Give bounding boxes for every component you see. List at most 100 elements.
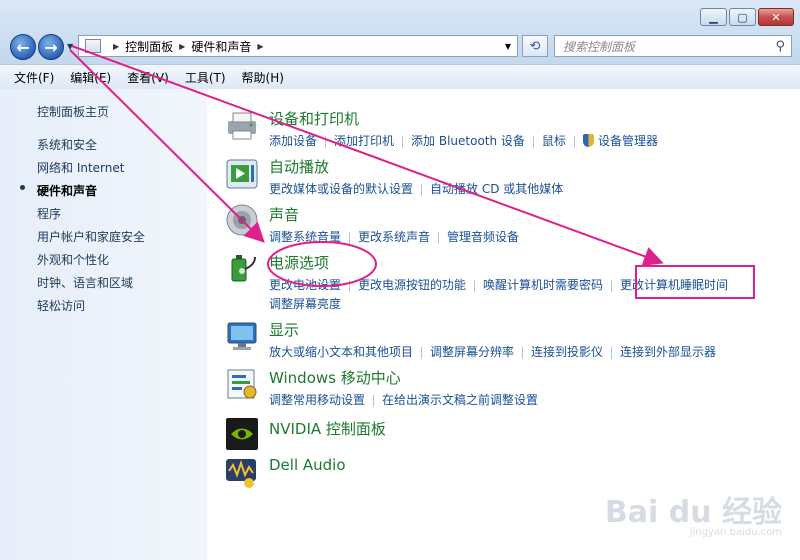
link-add-device[interactable]: 添加设备 bbox=[269, 134, 317, 148]
link-adjust-brightness[interactable]: 调整屏幕亮度 bbox=[269, 297, 341, 311]
navigation-bar: ← → ▼ ▶ 控制面板 ▶ 硬件和声音 ▶ ▼ ⟲ 搜索控制面板 ⚲ bbox=[8, 32, 792, 60]
back-button[interactable]: ← bbox=[10, 34, 36, 60]
link-add-bluetooth[interactable]: 添加 Bluetooth 设备 bbox=[411, 134, 525, 148]
divider bbox=[373, 394, 375, 407]
divider bbox=[532, 135, 534, 148]
maximize-button[interactable]: ▢ bbox=[729, 8, 756, 26]
category-devices-printers: 设备和打印机 添加设备 添加打印机 添加 Bluetooth 设备 鼠标 设备管理器 bbox=[269, 108, 658, 151]
address-bar[interactable]: ▶ 控制面板 ▶ 硬件和声音 ▶ ▼ bbox=[78, 35, 518, 57]
category-display: 显示 放大或缩小文本和其他项目 调整屏幕分辨率 连接到投影仪 连接到外部显示器 bbox=[269, 319, 716, 362]
category-sound: 声音 调整系统音量 更改系统声音 管理音频设备 bbox=[269, 204, 519, 247]
menu-bar: 文件(F) 编辑(E) 查看(V) 工具(T) 帮助(H) bbox=[0, 64, 800, 90]
sidebar-item-clock-region[interactable]: 时钟、语言和区域 bbox=[37, 274, 133, 291]
refresh-button[interactable]: ⟲ bbox=[522, 35, 548, 57]
chevron-right-icon[interactable]: ▶ bbox=[179, 42, 185, 51]
menu-view[interactable]: 查看(V) bbox=[127, 69, 169, 86]
forward-button[interactable]: → bbox=[38, 34, 64, 60]
breadcrumb-control-panel[interactable]: 控制面板 bbox=[125, 38, 173, 55]
active-bullet bbox=[20, 185, 25, 190]
menu-edit[interactable]: 编辑(E) bbox=[70, 69, 111, 86]
link-mobility-settings[interactable]: 调整常用移动设置 bbox=[269, 393, 365, 407]
category-title[interactable]: 电源选项 bbox=[269, 252, 728, 273]
menu-file[interactable]: 文件(F) bbox=[14, 69, 54, 86]
category-autoplay: 自动播放 更改媒体或设备的默认设置 自动播放 CD 或其他媒体 bbox=[269, 156, 563, 199]
divider bbox=[402, 135, 404, 148]
divider bbox=[438, 231, 440, 244]
link-wake-password[interactable]: 唤醒计算机时需要密码 bbox=[483, 278, 603, 292]
category-title[interactable]: 自动播放 bbox=[269, 156, 563, 177]
category-nvidia: NVIDIA 控制面板 bbox=[269, 418, 386, 439]
sidebar-item-appearance[interactable]: 外观和个性化 bbox=[37, 251, 109, 268]
sidebar-item-user-accounts[interactable]: 用户帐户和家庭安全 bbox=[37, 228, 145, 245]
link-presentation-settings[interactable]: 在给出演示文稿之前调整设置 bbox=[382, 393, 538, 407]
monitor-icon bbox=[227, 322, 257, 350]
category-mobility-center: Windows 移动中心 调整常用移动设置 在给出演示文稿之前调整设置 bbox=[269, 367, 538, 410]
sidebar-item-network[interactable]: 网络和 Internet bbox=[37, 159, 124, 176]
link-change-media-defaults[interactable]: 更改媒体或设备的默认设置 bbox=[269, 182, 413, 196]
sidebar-item-programs[interactable]: 程序 bbox=[37, 205, 61, 222]
autoplay-icon bbox=[226, 159, 258, 189]
search-input[interactable]: 搜索控制面板 ⚲ bbox=[554, 35, 792, 57]
search-icon[interactable]: ⚲ bbox=[775, 39, 785, 54]
link-text-size[interactable]: 放大或缩小文本和其他项目 bbox=[269, 345, 413, 359]
link-autoplay-cd[interactable]: 自动播放 CD 或其他媒体 bbox=[430, 182, 563, 196]
link-manage-audio[interactable]: 管理音频设备 bbox=[447, 230, 519, 244]
watermark-brand: Bai du 经验 bbox=[604, 495, 782, 530]
link-external-display[interactable]: 连接到外部显示器 bbox=[620, 345, 716, 359]
sidebar: 控制面板主页 系统和安全 网络和 Internet 硬件和声音 程序 用户帐户和… bbox=[0, 89, 207, 560]
category-links: 调整常用移动设置 在给出演示文稿之前调整设置 bbox=[269, 391, 538, 410]
sidebar-item-ease-of-access[interactable]: 轻松访问 bbox=[37, 297, 85, 314]
category-title[interactable]: 设备和打印机 bbox=[269, 108, 658, 129]
divider bbox=[474, 279, 476, 292]
caption-buttons: ▁ ▢ ✕ bbox=[700, 8, 794, 26]
menu-help[interactable]: 帮助(H) bbox=[242, 69, 284, 86]
divider bbox=[421, 346, 423, 359]
link-battery-settings[interactable]: 更改电池设置 bbox=[269, 278, 341, 292]
category-dell-audio: Dell Audio bbox=[269, 456, 346, 474]
category-links: 添加设备 添加打印机 添加 Bluetooth 设备 鼠标 设备管理器 bbox=[269, 132, 658, 151]
control-panel-icon bbox=[85, 39, 101, 53]
search-placeholder: 搜索控制面板 bbox=[563, 39, 636, 54]
category-power-options: 电源选项 更改电池设置 更改电源按钮的功能 唤醒计算机时需要密码 更改计算机睡眠时间 … bbox=[269, 252, 728, 314]
mobility-icon bbox=[227, 369, 257, 399]
recent-pages-dropdown-icon[interactable]: ▼ bbox=[67, 42, 73, 51]
category-title[interactable]: NVIDIA 控制面板 bbox=[269, 418, 386, 439]
divider bbox=[325, 135, 327, 148]
link-mouse[interactable]: 鼠标 bbox=[542, 134, 566, 148]
sidebar-item-home[interactable]: 控制面板主页 bbox=[37, 103, 109, 120]
power-icon bbox=[231, 255, 256, 282]
link-change-sounds[interactable]: 更改系统声音 bbox=[358, 230, 430, 244]
chevron-right-icon[interactable]: ▶ bbox=[113, 42, 119, 51]
sidebar-item-hardware-sound: 硬件和声音 bbox=[37, 184, 98, 198]
link-change-sleep-time[interactable]: 更改计算机睡眠时间 bbox=[620, 278, 728, 292]
address-dropdown-icon[interactable]: ▼ bbox=[505, 42, 511, 51]
link-add-printer[interactable]: 添加打印机 bbox=[334, 134, 394, 148]
divider bbox=[573, 135, 575, 148]
uac-shield-icon bbox=[582, 134, 594, 147]
link-adjust-volume[interactable]: 调整系统音量 bbox=[269, 230, 341, 244]
baidu-watermark: Bai du 经验 jingyan.baidu.com bbox=[605, 487, 782, 538]
category-links: 更改媒体或设备的默认设置 自动播放 CD 或其他媒体 bbox=[269, 180, 563, 199]
category-title[interactable]: Dell Audio bbox=[269, 456, 346, 474]
category-links: 更改电池设置 更改电源按钮的功能 唤醒计算机时需要密码 更改计算机睡眠时间 调整屏幕亮… bbox=[269, 276, 728, 314]
category-title[interactable]: 显示 bbox=[269, 319, 716, 340]
main-content: 设备和打印机 添加设备 添加打印机 添加 Bluetooth 设备 鼠标 设备管理器 自… bbox=[207, 89, 800, 560]
link-device-manager[interactable]: 设备管理器 bbox=[598, 134, 658, 148]
minimize-button[interactable]: ▁ bbox=[700, 8, 727, 26]
control-panel-window: ▁ ▢ ✕ ← → ▼ ▶ 控制面板 ▶ 硬件和声音 ▶ ▼ ⟲ 搜索控制面板 … bbox=[0, 0, 800, 560]
breadcrumb-hardware-sound[interactable]: 硬件和声音 bbox=[191, 38, 251, 55]
divider bbox=[349, 279, 351, 292]
category-title[interactable]: Windows 移动中心 bbox=[269, 367, 538, 388]
divider bbox=[611, 346, 613, 359]
divider bbox=[611, 279, 613, 292]
menu-tools[interactable]: 工具(T) bbox=[185, 69, 226, 86]
chevron-right-icon[interactable]: ▶ bbox=[257, 42, 263, 51]
link-projector[interactable]: 连接到投影仪 bbox=[531, 345, 603, 359]
close-button[interactable]: ✕ bbox=[758, 8, 794, 26]
category-links: 放大或缩小文本和其他项目 调整屏幕分辨率 连接到投影仪 连接到外部显示器 bbox=[269, 343, 716, 362]
category-title[interactable]: 声音 bbox=[269, 204, 519, 225]
link-resolution[interactable]: 调整屏幕分辨率 bbox=[430, 345, 514, 359]
divider bbox=[522, 346, 524, 359]
sidebar-item-system-security[interactable]: 系统和安全 bbox=[37, 136, 97, 153]
link-power-buttons[interactable]: 更改电源按钮的功能 bbox=[358, 278, 466, 292]
